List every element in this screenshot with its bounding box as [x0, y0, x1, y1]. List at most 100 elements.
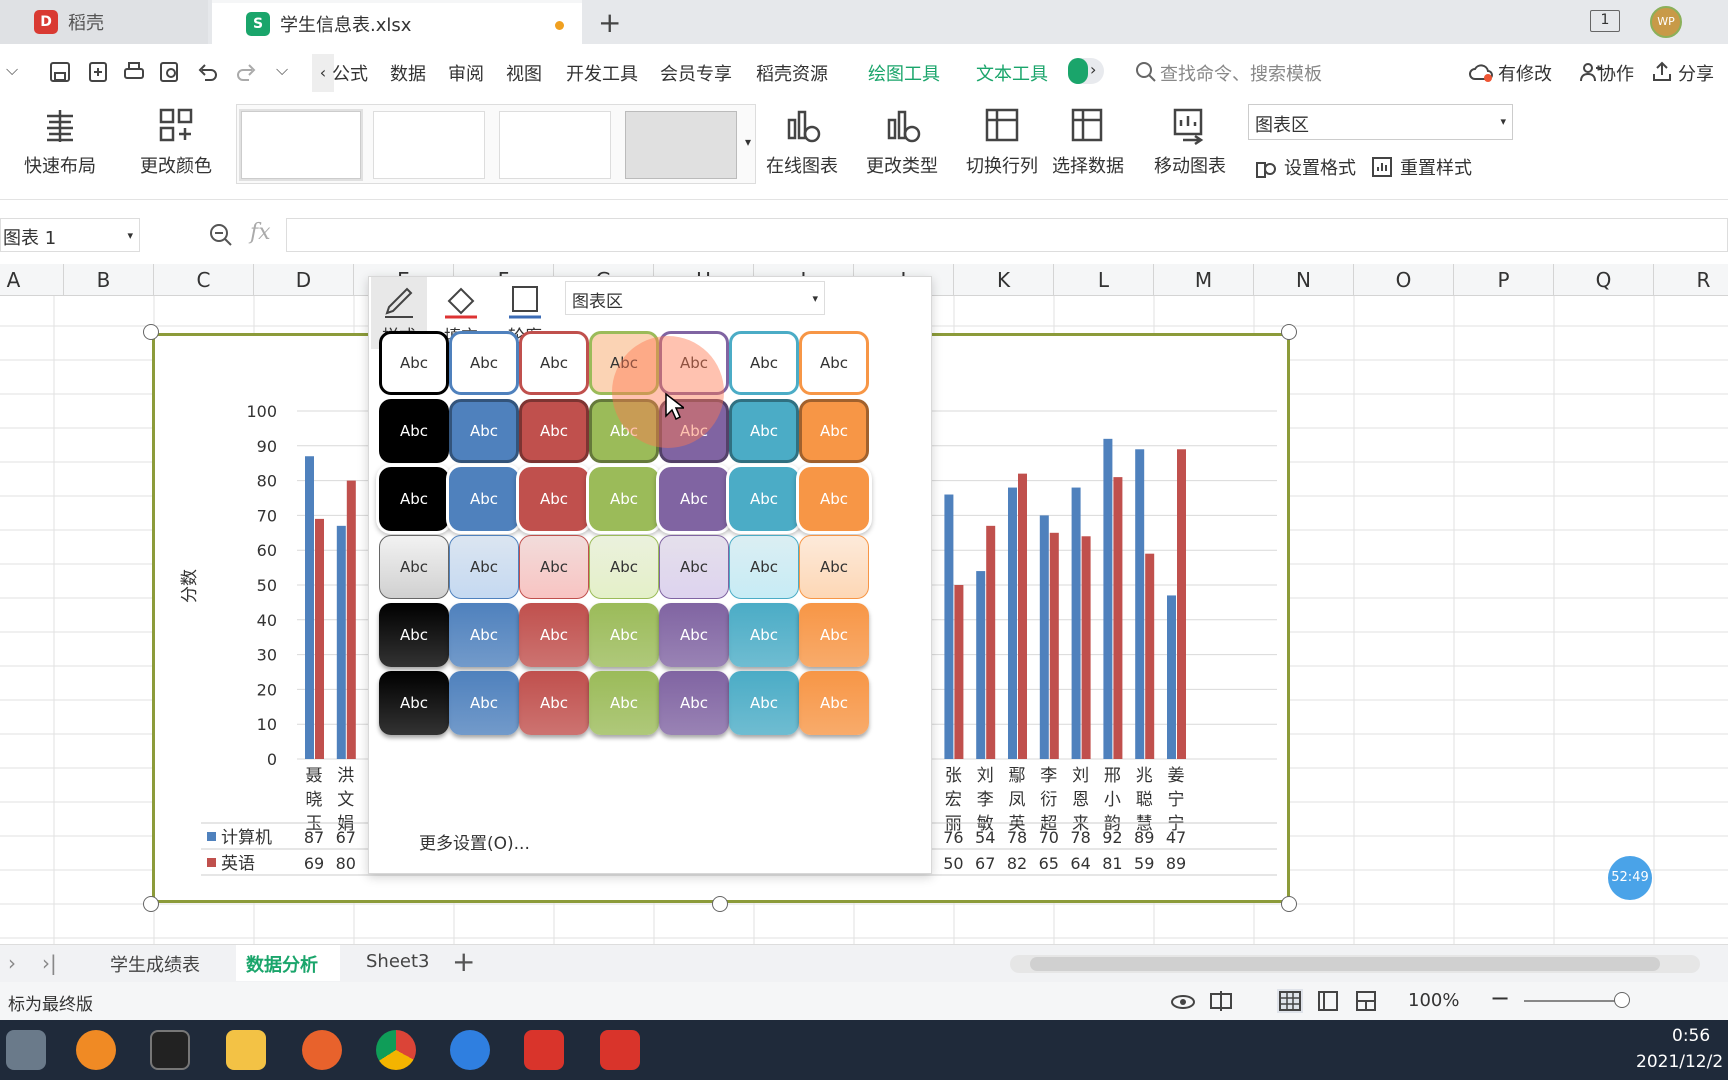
- column-header-l[interactable]: L: [1054, 264, 1154, 296]
- style-swatch[interactable]: Abc: [729, 535, 799, 599]
- select-data-button[interactable]: 选择数据: [1052, 106, 1124, 178]
- column-header-k[interactable]: K: [954, 264, 1054, 296]
- style-swatch[interactable]: Abc: [519, 671, 589, 735]
- style-swatch[interactable]: Abc: [729, 399, 799, 463]
- new-tab-button[interactable]: +: [598, 6, 621, 39]
- chrome-icon[interactable]: [376, 1030, 416, 1070]
- quick-layout-button[interactable]: 快速布局: [24, 106, 96, 178]
- resize-handle[interactable]: [712, 896, 728, 912]
- page-layout-icon[interactable]: [1316, 990, 1340, 1012]
- page-indicator[interactable]: 1: [1590, 10, 1620, 32]
- search-input[interactable]: 查找命令、搜索模板: [1160, 60, 1322, 86]
- resize-handle[interactable]: [143, 896, 159, 912]
- scrollbar-thumb[interactable]: [1030, 957, 1660, 971]
- chart-style-2[interactable]: [373, 111, 485, 179]
- scroll-left-icon[interactable]: ‹: [312, 54, 334, 92]
- chart-element-select[interactable]: 图表区 ▾: [1248, 104, 1513, 140]
- style-swatch[interactable]: Abc: [449, 535, 519, 599]
- export-icon[interactable]: [86, 60, 110, 84]
- style-swatch[interactable]: Abc: [659, 671, 729, 735]
- chart-style-4[interactable]: [625, 111, 737, 179]
- column-header-b[interactable]: B: [54, 264, 154, 296]
- zoom-out-button[interactable]: −: [1490, 984, 1510, 1012]
- eye-icon[interactable]: [1170, 990, 1196, 1012]
- style-swatch[interactable]: Abc: [729, 467, 799, 531]
- sheet-tab[interactable]: Sheet3: [366, 951, 430, 972]
- column-header-n[interactable]: N: [1254, 264, 1354, 296]
- style-swatch[interactable]: Abc: [449, 399, 519, 463]
- style-swatch[interactable]: Abc: [449, 467, 519, 531]
- style-swatch[interactable]: Abc: [659, 467, 729, 531]
- terminal-icon[interactable]: [150, 1030, 190, 1070]
- menu-formula[interactable]: 公式: [332, 60, 368, 86]
- change-type-button[interactable]: 更改类型: [866, 106, 938, 178]
- style-swatch[interactable]: Abc: [449, 331, 519, 395]
- chart-style-gallery[interactable]: ▾: [236, 104, 756, 184]
- menu-view[interactable]: 视图: [506, 60, 542, 86]
- revise-button[interactable]: 有修改: [1498, 60, 1552, 86]
- menu-member[interactable]: 会员专享: [660, 60, 732, 86]
- column-header-o[interactable]: O: [1354, 264, 1454, 296]
- chart-style-3[interactable]: [499, 111, 611, 179]
- tab-docer[interactable]: D 稻壳: [0, 0, 208, 44]
- style-swatch[interactable]: Abc: [799, 399, 869, 463]
- resize-handle[interactable]: [143, 324, 159, 340]
- popup-element-select[interactable]: 图表区 ▾: [565, 281, 825, 315]
- style-swatch[interactable]: Abc: [659, 535, 729, 599]
- style-swatch[interactable]: Abc: [589, 671, 659, 735]
- style-swatch[interactable]: Abc: [589, 467, 659, 531]
- share-button[interactable]: 分享: [1678, 60, 1714, 86]
- style-swatch[interactable]: Abc: [729, 603, 799, 667]
- online-chart-button[interactable]: 在线图表: [766, 106, 838, 178]
- move-chart-button[interactable]: 移动图表: [1154, 106, 1226, 178]
- collab-button[interactable]: 协作: [1598, 60, 1634, 86]
- zoom-icon[interactable]: [208, 222, 234, 248]
- column-header-d[interactable]: D: [254, 264, 354, 296]
- style-swatch[interactable]: Abc: [799, 467, 869, 531]
- gallery-more-icon[interactable]: ▾: [745, 135, 751, 149]
- column-header-r[interactable]: R: [1654, 264, 1728, 296]
- timer-badge[interactable]: 52:49: [1608, 856, 1652, 900]
- style-swatch[interactable]: Abc: [379, 603, 449, 667]
- wps-icon[interactable]: [524, 1030, 564, 1070]
- firefox-icon[interactable]: [302, 1030, 342, 1070]
- page-break-icon[interactable]: [1354, 990, 1378, 1012]
- style-swatch[interactable]: Abc: [379, 331, 449, 395]
- style-swatch[interactable]: Abc: [589, 603, 659, 667]
- style-swatch[interactable]: Abc: [799, 671, 869, 735]
- style-swatch[interactable]: Abc: [379, 535, 449, 599]
- style-swatch[interactable]: Abc: [799, 535, 869, 599]
- work-app-icon[interactable]: [600, 1030, 640, 1070]
- avatar[interactable]: WP: [1650, 6, 1682, 38]
- menu-review[interactable]: 审阅: [448, 60, 484, 86]
- menu-drawing-tools[interactable]: 绘图工具: [868, 60, 940, 86]
- chevron-down-icon[interactable]: ⌵: [6, 60, 18, 80]
- zoom-slider[interactable]: [1524, 1000, 1624, 1002]
- sheet-scroll-last-icon[interactable]: ›|: [42, 951, 57, 975]
- sheet-tab[interactable]: 学生成绩表: [110, 951, 200, 977]
- style-swatch[interactable]: Abc: [519, 603, 589, 667]
- style-swatch[interactable]: Abc: [729, 331, 799, 395]
- zoom-slider-thumb[interactable]: [1614, 992, 1630, 1008]
- switch-rowcol-button[interactable]: 切换行列: [966, 106, 1038, 178]
- file-explorer-icon[interactable]: [226, 1030, 266, 1070]
- horizontal-scrollbar[interactable]: [1010, 955, 1700, 973]
- set-format-button[interactable]: 设置格式: [1254, 154, 1356, 180]
- change-color-button[interactable]: 更改颜色: [140, 106, 212, 178]
- print-icon[interactable]: [122, 60, 146, 84]
- column-header-q[interactable]: Q: [1554, 264, 1654, 296]
- redo-icon[interactable]: [234, 60, 258, 84]
- column-header-c[interactable]: C: [154, 264, 254, 296]
- menu-data[interactable]: 数据: [390, 60, 426, 86]
- start-icon[interactable]: [6, 1030, 46, 1070]
- resize-handle[interactable]: [1281, 324, 1297, 340]
- undo-icon[interactable]: [196, 60, 220, 84]
- print-preview-icon[interactable]: [158, 60, 182, 84]
- style-swatch[interactable]: Abc: [589, 535, 659, 599]
- toggle-icon[interactable]: [1068, 58, 1104, 84]
- sogou-icon[interactable]: [450, 1030, 490, 1070]
- normal-view-icon[interactable]: [1276, 988, 1304, 1014]
- menu-text-tools[interactable]: 文本工具: [976, 60, 1048, 86]
- resize-handle[interactable]: [1281, 896, 1297, 912]
- style-swatch[interactable]: Abc: [379, 399, 449, 463]
